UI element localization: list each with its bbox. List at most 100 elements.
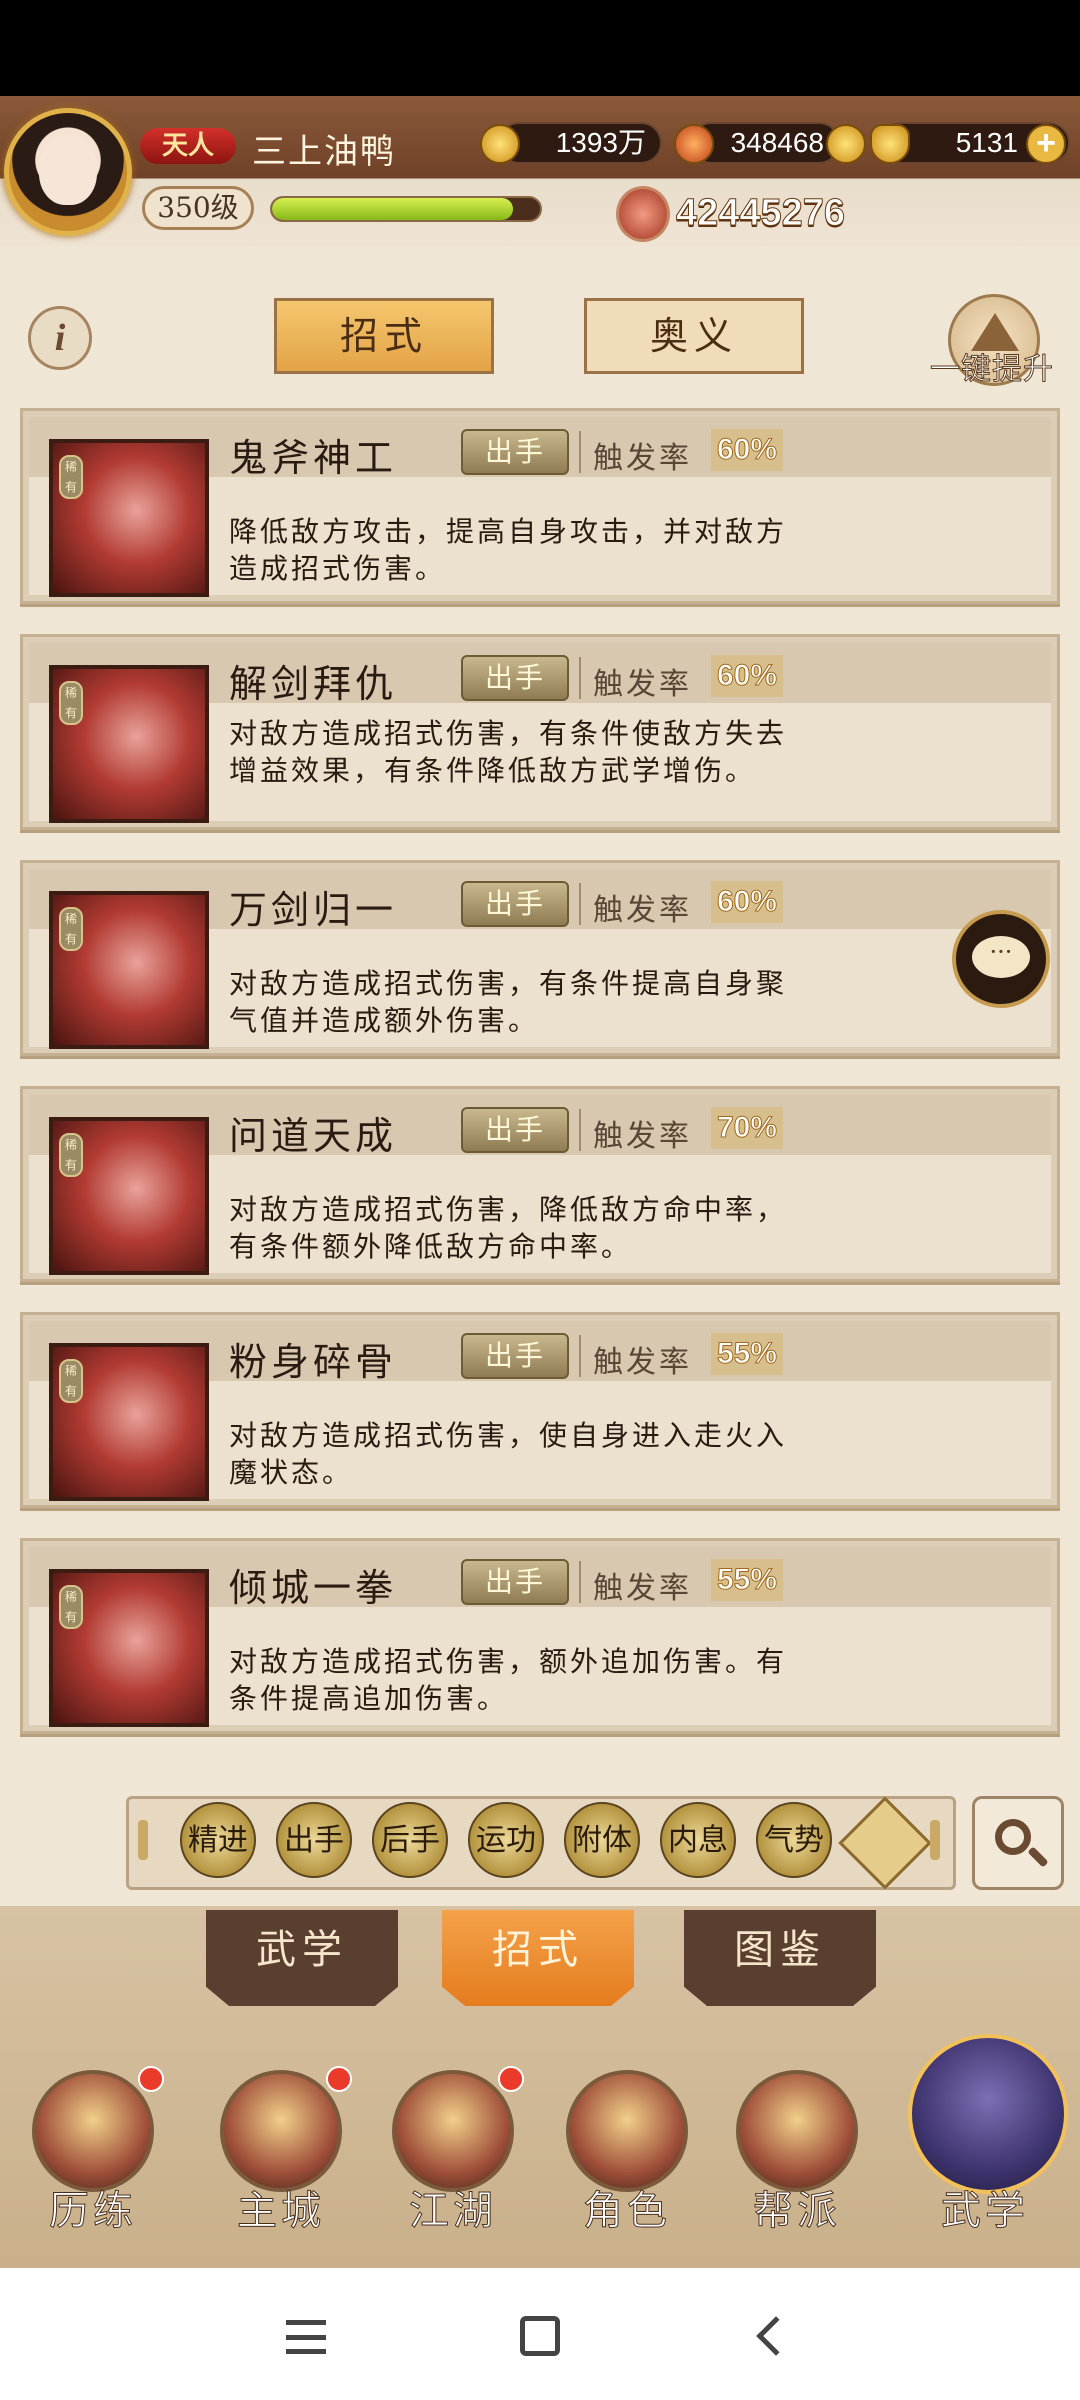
rarity-tag: 稀有 xyxy=(59,907,83,951)
trigger-rate-label: 触发率 xyxy=(593,1345,692,1380)
one-click-upgrade-label: 一键提升 xyxy=(930,352,1054,388)
trigger-rate-label: 触发率 xyxy=(593,441,692,476)
filter-channel[interactable]: 运功 xyxy=(468,1802,544,1878)
skill-card[interactable]: 稀有 鬼斧神工 出手 触发率 60% 降低敌方攻击，提高自身攻击，并对敌方造成招… xyxy=(20,408,1060,604)
trigger-rate: 60% xyxy=(711,655,784,697)
silver-currency[interactable]: 1393万 xyxy=(498,122,662,164)
subtab-martial-arts[interactable]: 武学 xyxy=(206,1910,398,2006)
trigger-rate: 60% xyxy=(711,429,784,471)
skill-icon: 稀有 xyxy=(49,665,209,823)
divider xyxy=(579,1335,581,1377)
tab-mysteries[interactable]: 奥义 xyxy=(584,298,804,374)
skill-icon: 稀有 xyxy=(49,439,209,597)
combat-power-icon xyxy=(616,186,670,242)
filter-breath[interactable]: 内息 xyxy=(660,1802,736,1878)
trigger-rate: 55% xyxy=(711,1333,784,1375)
divider xyxy=(579,431,581,473)
gold-ingot-icon xyxy=(870,124,910,164)
skill-description: 对敌方造成招式伤害，有条件提高自身聚气值并造成额外伤害。 xyxy=(229,967,788,1037)
notification-dot xyxy=(326,2066,352,2092)
skill-name: 鬼斧神工 xyxy=(229,436,398,480)
skill-icon: 稀有 xyxy=(49,1343,209,1501)
chat-bubble-icon: ··· xyxy=(972,936,1030,978)
skill-card[interactable]: 稀有 粉身碎骨 出手 触发率 55% 对敌方造成招式伤害，使自身进入走火入魔状态… xyxy=(20,1312,1060,1508)
rank-badge: 天人 xyxy=(140,128,236,164)
skill-description: 对敌方造成招式伤害，有条件使敌方失去增益效果，有条件降低敌方武学增伤。 xyxy=(229,717,788,787)
player-avatar[interactable] xyxy=(4,108,132,236)
skill-card[interactable]: 稀有 解剑拜仇 出手 触发率 60% 对敌方造成招式伤害，有条件使敌方失去增益效… xyxy=(20,634,1060,830)
info-button[interactable]: i xyxy=(28,306,92,370)
filter-bar-right-cap xyxy=(930,1820,940,1860)
tab-moves[interactable]: 招式 xyxy=(274,298,494,374)
skill-type-badge: 出手 xyxy=(461,655,569,701)
nav-martial-arts[interactable]: 武学 xyxy=(906,2034,1068,2260)
filter-momentum[interactable]: 气势 xyxy=(756,1802,832,1878)
rarity-tag: 稀有 xyxy=(59,455,83,499)
search-icon xyxy=(995,1819,1031,1855)
filter-possess[interactable]: 附体 xyxy=(564,1802,640,1878)
skill-name: 万剑归一 xyxy=(229,888,398,932)
player-level: 350级 xyxy=(142,186,254,230)
trigger-rate-label: 触发率 xyxy=(593,667,692,702)
divider xyxy=(579,1561,581,1603)
divider xyxy=(579,1109,581,1151)
skill-type-badge: 出手 xyxy=(461,881,569,927)
subtab-codex[interactable]: 图鉴 xyxy=(684,1910,876,2006)
skill-type-badge: 出手 xyxy=(461,429,569,475)
trigger-rate: 70% xyxy=(711,1107,784,1149)
skill-card[interactable]: 稀有 倾城一拳 出手 触发率 55% 对敌方造成招式伤害，额外追加伤害。有条件提… xyxy=(20,1538,1060,1734)
trigger-rate-label: 触发率 xyxy=(593,1119,692,1154)
skill-name: 问道天成 xyxy=(229,1114,398,1158)
subtab-moves[interactable]: 招式 xyxy=(442,1910,634,2006)
status-bar xyxy=(0,0,1080,96)
nav-character[interactable]: 角色 xyxy=(552,2060,702,2260)
skill-card[interactable]: 稀有 问道天成 出手 触发率 70% 对敌方造成招式伤害，降低敌方命中率，有条件… xyxy=(20,1086,1060,1282)
chat-button[interactable]: ··· xyxy=(952,910,1050,1008)
nav-main-city[interactable]: 主城 xyxy=(206,2060,356,2260)
skill-name: 解剑拜仇 xyxy=(229,662,398,706)
trigger-rate-label: 触发率 xyxy=(593,893,692,928)
menu-icon[interactable] xyxy=(286,2320,326,2354)
exp-bar xyxy=(270,196,542,222)
skill-type-badge: 出手 xyxy=(461,1107,569,1153)
filter-refine[interactable]: 精进 xyxy=(180,1802,256,1878)
player-name: 三上油鸭 xyxy=(252,132,396,172)
trigger-rate: 55% xyxy=(711,1559,784,1601)
rarity-tag: 稀有 xyxy=(59,1133,83,1177)
skill-type-badge: 出手 xyxy=(461,1559,569,1605)
character-icon xyxy=(566,2070,688,2192)
coin-stack-icon xyxy=(826,124,866,164)
avatar-face xyxy=(39,135,97,205)
city-gate-icon xyxy=(220,2070,342,2192)
exp-fill xyxy=(272,198,514,220)
silver-coin-icon xyxy=(480,124,520,164)
skill-icon: 稀有 xyxy=(49,891,209,1049)
filter-counter[interactable]: 后手 xyxy=(372,1802,448,1878)
home-icon[interactable] xyxy=(520,2316,560,2356)
skill-description: 降低敌方攻击，提高自身攻击，并对敌方造成招式伤害。 xyxy=(229,515,788,585)
jianghu-icon xyxy=(392,2070,514,2192)
skill-name: 倾城一拳 xyxy=(229,1566,398,1610)
skill-icon: 稀有 xyxy=(49,1569,209,1727)
scroll-icon xyxy=(908,2034,1068,2194)
divider xyxy=(579,657,581,699)
nav-jianghu[interactable]: 江湖 xyxy=(378,2060,528,2260)
add-currency-icon[interactable]: + xyxy=(1026,124,1066,164)
skill-description: 对敌方造成招式伤害，额外追加伤害。有条件提高追加伤害。 xyxy=(229,1645,788,1715)
nav-training[interactable]: 历练 xyxy=(18,2060,168,2260)
sycee-icon xyxy=(674,124,714,164)
rarity-tag: 稀有 xyxy=(59,1585,83,1629)
filter-strike[interactable]: 出手 xyxy=(276,1802,352,1878)
skill-icon: 稀有 xyxy=(49,1117,209,1275)
filter-bar-left-cap xyxy=(138,1820,148,1860)
trigger-rate: 60% xyxy=(711,881,784,923)
combat-power: 42445276 xyxy=(675,192,846,235)
skill-name: 粉身碎骨 xyxy=(229,1340,398,1384)
nav-guild[interactable]: 帮派 xyxy=(722,2060,872,2260)
trigger-rate-label: 触发率 xyxy=(593,1571,692,1606)
skill-description: 对敌方造成招式伤害，降低敌方命中率，有条件额外降低敌方命中率。 xyxy=(229,1193,788,1263)
skill-card[interactable]: 稀有 万剑归一 出手 触发率 60% 对敌方造成招式伤害，有条件提高自身聚气值并… xyxy=(20,860,1060,1056)
guild-icon xyxy=(736,2070,858,2192)
search-button[interactable] xyxy=(972,1796,1064,1890)
notification-dot xyxy=(138,2066,164,2092)
